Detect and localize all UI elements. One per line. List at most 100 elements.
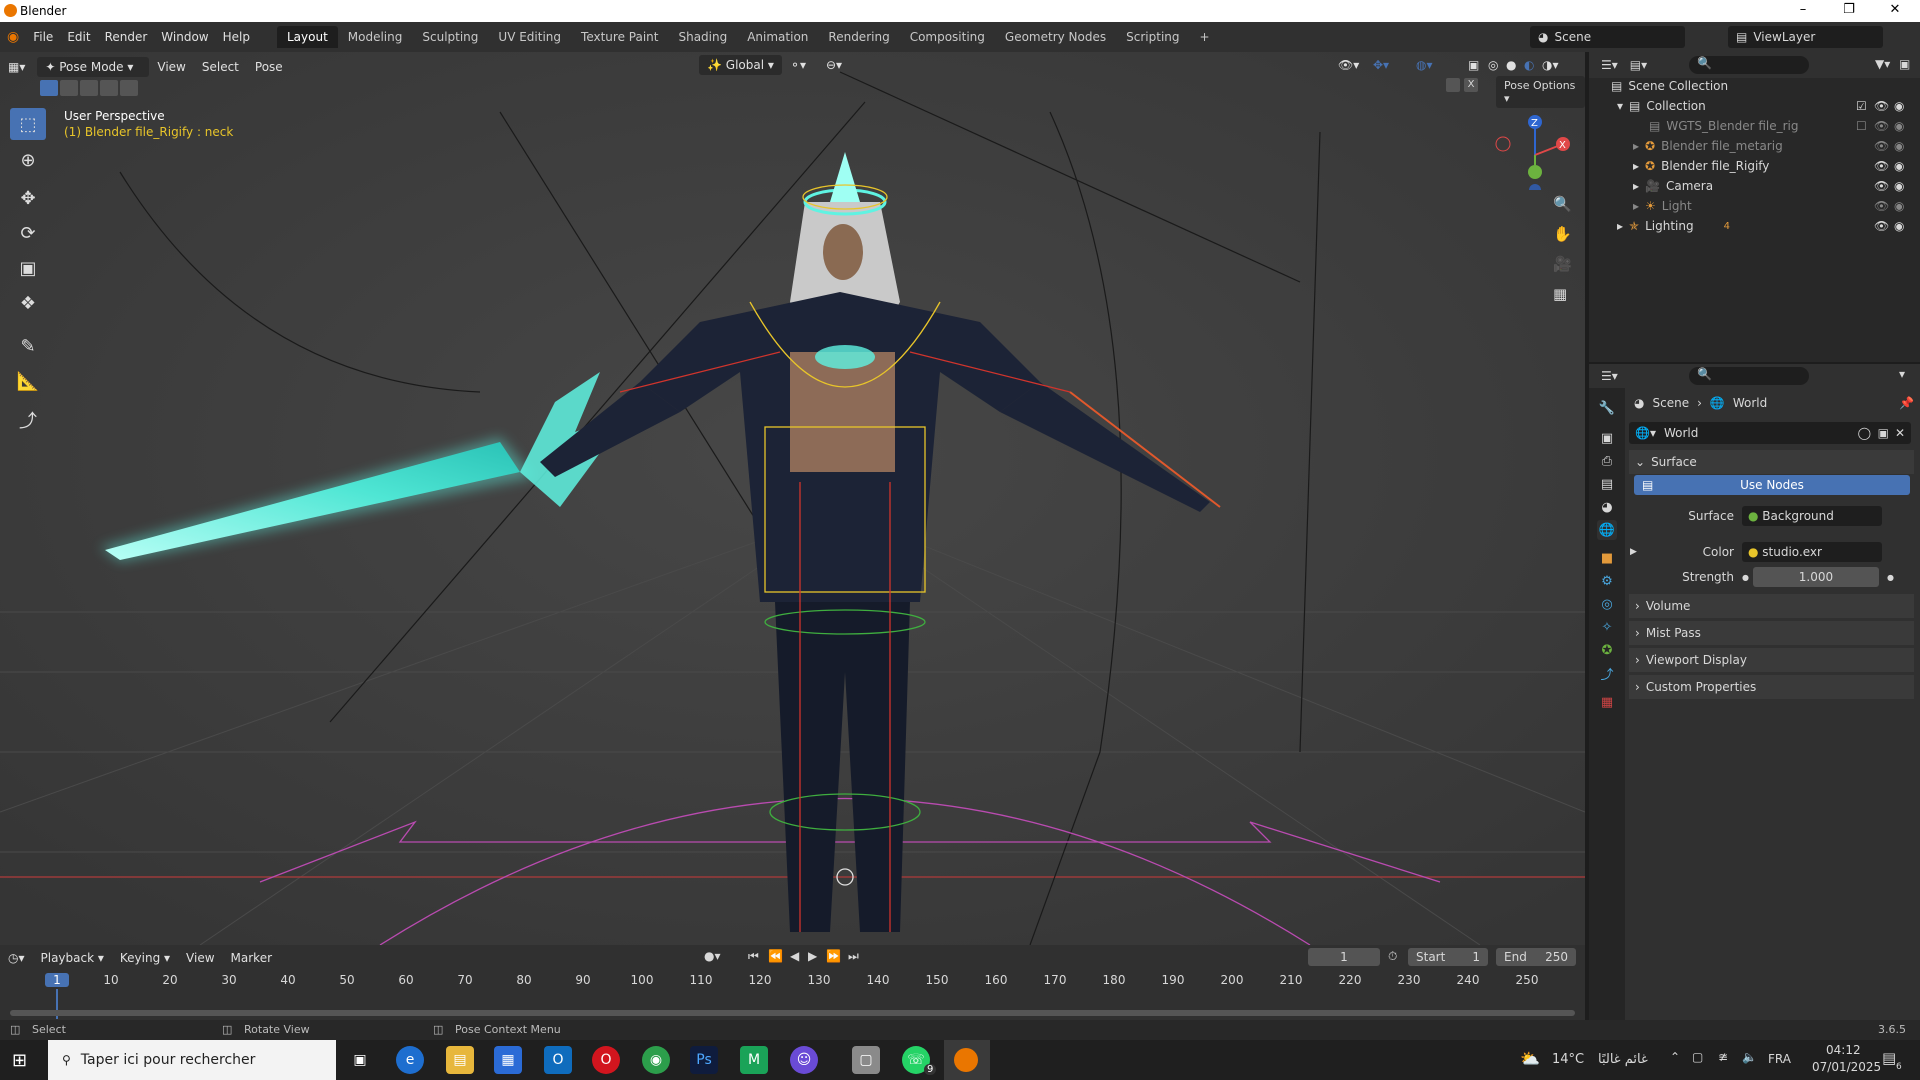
tab-uv-editing[interactable]: UV Editing (488, 26, 571, 48)
surface-panel-header[interactable]: ⌄ Surface (1629, 450, 1914, 474)
exclude-checkbox[interactable]: ☑ (1856, 99, 1867, 113)
new-collection-icon[interactable]: ▣ (1899, 57, 1910, 71)
clock-time[interactable]: 04:12 (1826, 1043, 1861, 1057)
eye-icon[interactable]: 👁 (1874, 119, 1889, 133)
language-indicator[interactable]: FRA (1768, 1052, 1791, 1066)
edge-icon[interactable]: e (396, 1046, 424, 1074)
eye-icon[interactable]: 👁 (1874, 219, 1889, 233)
world-datablock-field[interactable]: 🌐▾ World ◯ ▣ ✕ (1629, 422, 1911, 444)
output-tab-icon[interactable]: ⎙ (1597, 451, 1617, 471)
mode-selector[interactable]: ✦ Pose Mode ▾ (37, 57, 150, 77)
eye-icon[interactable]: 👁 (1874, 159, 1889, 173)
tab-compositing[interactable]: Compositing (900, 26, 995, 48)
start-frame-input[interactable]: Start 1 (1408, 948, 1488, 966)
windows-start-icon[interactable]: ⊞ (12, 1050, 27, 1071)
gizmo-toggle-icon[interactable]: ✥▾ (1365, 55, 1397, 75)
strength-input[interactable]: 1.000 (1752, 567, 1879, 587)
outliner-row-scene-collection[interactable]: ▤ Scene Collection (1589, 76, 1920, 96)
3d-viewport[interactable]: ▦▾ ✦ Pose Mode ▾ View Select Pose ✨ Glob… (0, 52, 1585, 945)
menu-help[interactable]: Help (216, 30, 257, 44)
opera-icon[interactable]: O (592, 1046, 620, 1074)
breadcrumb-scene[interactable]: Scene (1652, 396, 1689, 410)
perspective-toggle-icon[interactable]: ▦ (1553, 285, 1567, 303)
wifi-icon[interactable]: ≇ (1718, 1050, 1728, 1064)
file-explorer-icon[interactable]: ▤ (446, 1046, 474, 1074)
zoom-icon[interactable]: 🔍 (1553, 195, 1572, 213)
cursor-tool-icon[interactable]: ⊕ (10, 144, 46, 176)
physics-tab-icon[interactable]: ◎ (1597, 594, 1617, 614)
clock-date[interactable]: 07/01/2025 (1812, 1060, 1881, 1074)
expand-icon[interactable]: ▸ (1633, 139, 1639, 153)
pin-icon[interactable]: 📌 (1899, 396, 1914, 410)
scene-tab-icon[interactable]: ◕ (1597, 497, 1617, 517)
tab-texture-paint[interactable]: Texture Paint (571, 26, 668, 48)
world-tab-icon[interactable]: 🌐 (1597, 520, 1617, 540)
expand-icon[interactable]: ▶ (1630, 547, 1637, 557)
auto-keying-icon[interactable]: ●▾ (704, 949, 721, 963)
minimize-button[interactable]: – (1780, 0, 1826, 22)
menu-view[interactable]: View (149, 57, 193, 77)
jump-keyframe-back-icon[interactable]: ⏪ (768, 949, 783, 963)
task-view-icon[interactable]: ▣ (346, 1046, 374, 1074)
breadcrumb-world[interactable]: World (1733, 396, 1767, 410)
tab-shading[interactable]: Shading (668, 26, 737, 48)
viewlayer-selector[interactable]: ▤ ViewLayer (1728, 26, 1883, 48)
expand-icon[interactable]: ▸ (1617, 219, 1623, 233)
current-frame-input[interactable]: 1 (1308, 948, 1380, 966)
rendered-shading-icon[interactable]: ◑▾ (1534, 55, 1567, 75)
camera-view-icon[interactable]: 🎥 (1553, 255, 1572, 273)
texture-tab-icon[interactable]: ▦ (1597, 692, 1617, 712)
viewport-display-panel-header[interactable]: › Viewport Display (1629, 648, 1914, 672)
chrome-icon[interactable]: ◉ (642, 1046, 670, 1074)
frame-ruler[interactable]: 1 10 20 30 40 50 60 70 80 90 100 110 120 130 140 150 160… (0, 971, 1585, 1019)
filter-icon[interactable]: ▼▾ (1875, 57, 1890, 71)
play-icon[interactable]: ▶ (808, 949, 817, 963)
snap-icon[interactable]: ⊖▾ (818, 55, 850, 75)
scene-selector[interactable]: ◕ Scene (1530, 26, 1685, 48)
tab-layout[interactable]: Layout (276, 26, 338, 48)
menu-pose[interactable]: Pose (247, 57, 291, 77)
unlink-icon[interactable]: ✕ (1895, 426, 1905, 440)
stopwatch-icon[interactable]: ⏱ (1388, 949, 1397, 964)
expand-icon[interactable]: ▾ (1617, 99, 1623, 113)
tab-scripting[interactable]: Scripting (1116, 26, 1189, 48)
camera-render-icon[interactable]: ◉ (1894, 179, 1904, 193)
keying-menu[interactable]: Keying ▾ (112, 948, 178, 968)
outliner-row-light[interactable]: ▸ ☀ Light 👁 ◉ (1589, 196, 1920, 216)
menu-edit[interactable]: Edit (60, 30, 97, 44)
mist-pass-panel-header[interactable]: › Mist Pass (1629, 621, 1914, 645)
timeline-editor-type-icon[interactable]: ◷▾ (0, 948, 33, 968)
menu-file[interactable]: File (26, 30, 60, 44)
end-frame-input[interactable]: End 250 (1496, 948, 1576, 966)
camera-render-icon[interactable]: ◉ (1894, 139, 1904, 153)
properties-editor-type-icon[interactable]: ☰▾ (1601, 369, 1618, 383)
blender-taskbar-active[interactable] (944, 1040, 990, 1080)
tool-tab-icon[interactable]: 🔧 (1597, 398, 1617, 418)
select-intersect-icon[interactable] (120, 80, 138, 96)
transform-orientation-dropdown[interactable]: ✨ Global ▾ (699, 55, 782, 75)
surface-shader-field[interactable]: ● Background (1742, 506, 1882, 526)
outlook-icon[interactable]: O (544, 1046, 572, 1074)
rotate-tool-icon[interactable]: ⟳ (10, 217, 46, 249)
notifications-icon[interactable]: ▤ (1882, 1049, 1896, 1067)
volume-icon[interactable]: 🔈 (1742, 1050, 1757, 1064)
taskbar-search-box[interactable]: ⚲ Taper ici pour rechercher (48, 1040, 336, 1080)
custom-properties-panel-header[interactable]: › Custom Properties (1629, 675, 1914, 699)
timeline-scrollbar[interactable] (10, 1010, 1575, 1016)
navigation-gizmo[interactable]: Z X (1490, 110, 1570, 190)
chevron-up-icon[interactable]: ⌃ (1670, 1050, 1680, 1064)
outliner-row-lighting[interactable]: ▸ ✯ Lighting 4 👁 ◉ (1589, 216, 1920, 236)
data-tab-icon[interactable]: ✪ (1597, 640, 1617, 660)
pivot-point-icon[interactable]: ⚬▾ (782, 55, 814, 75)
mirror-x-button[interactable]: X (1464, 78, 1478, 92)
outliner-search-input[interactable]: 🔍 (1689, 56, 1809, 74)
camera-render-icon[interactable]: ◉ (1894, 119, 1904, 133)
editor-type-icon[interactable]: ▦▾ (0, 57, 33, 77)
pose-options-dropdown[interactable]: Pose Options ▾ (1496, 76, 1585, 108)
jump-start-icon[interactable]: ⏮ (748, 949, 759, 964)
m-app-icon[interactable]: M (740, 1046, 768, 1074)
volume-panel-header[interactable]: › Volume (1629, 594, 1914, 618)
constraints-tab-icon[interactable]: ✧ (1597, 617, 1617, 637)
overlays-icon[interactable]: ◍▾ (1408, 55, 1441, 75)
play-reverse-icon[interactable]: ◀ (790, 949, 799, 963)
